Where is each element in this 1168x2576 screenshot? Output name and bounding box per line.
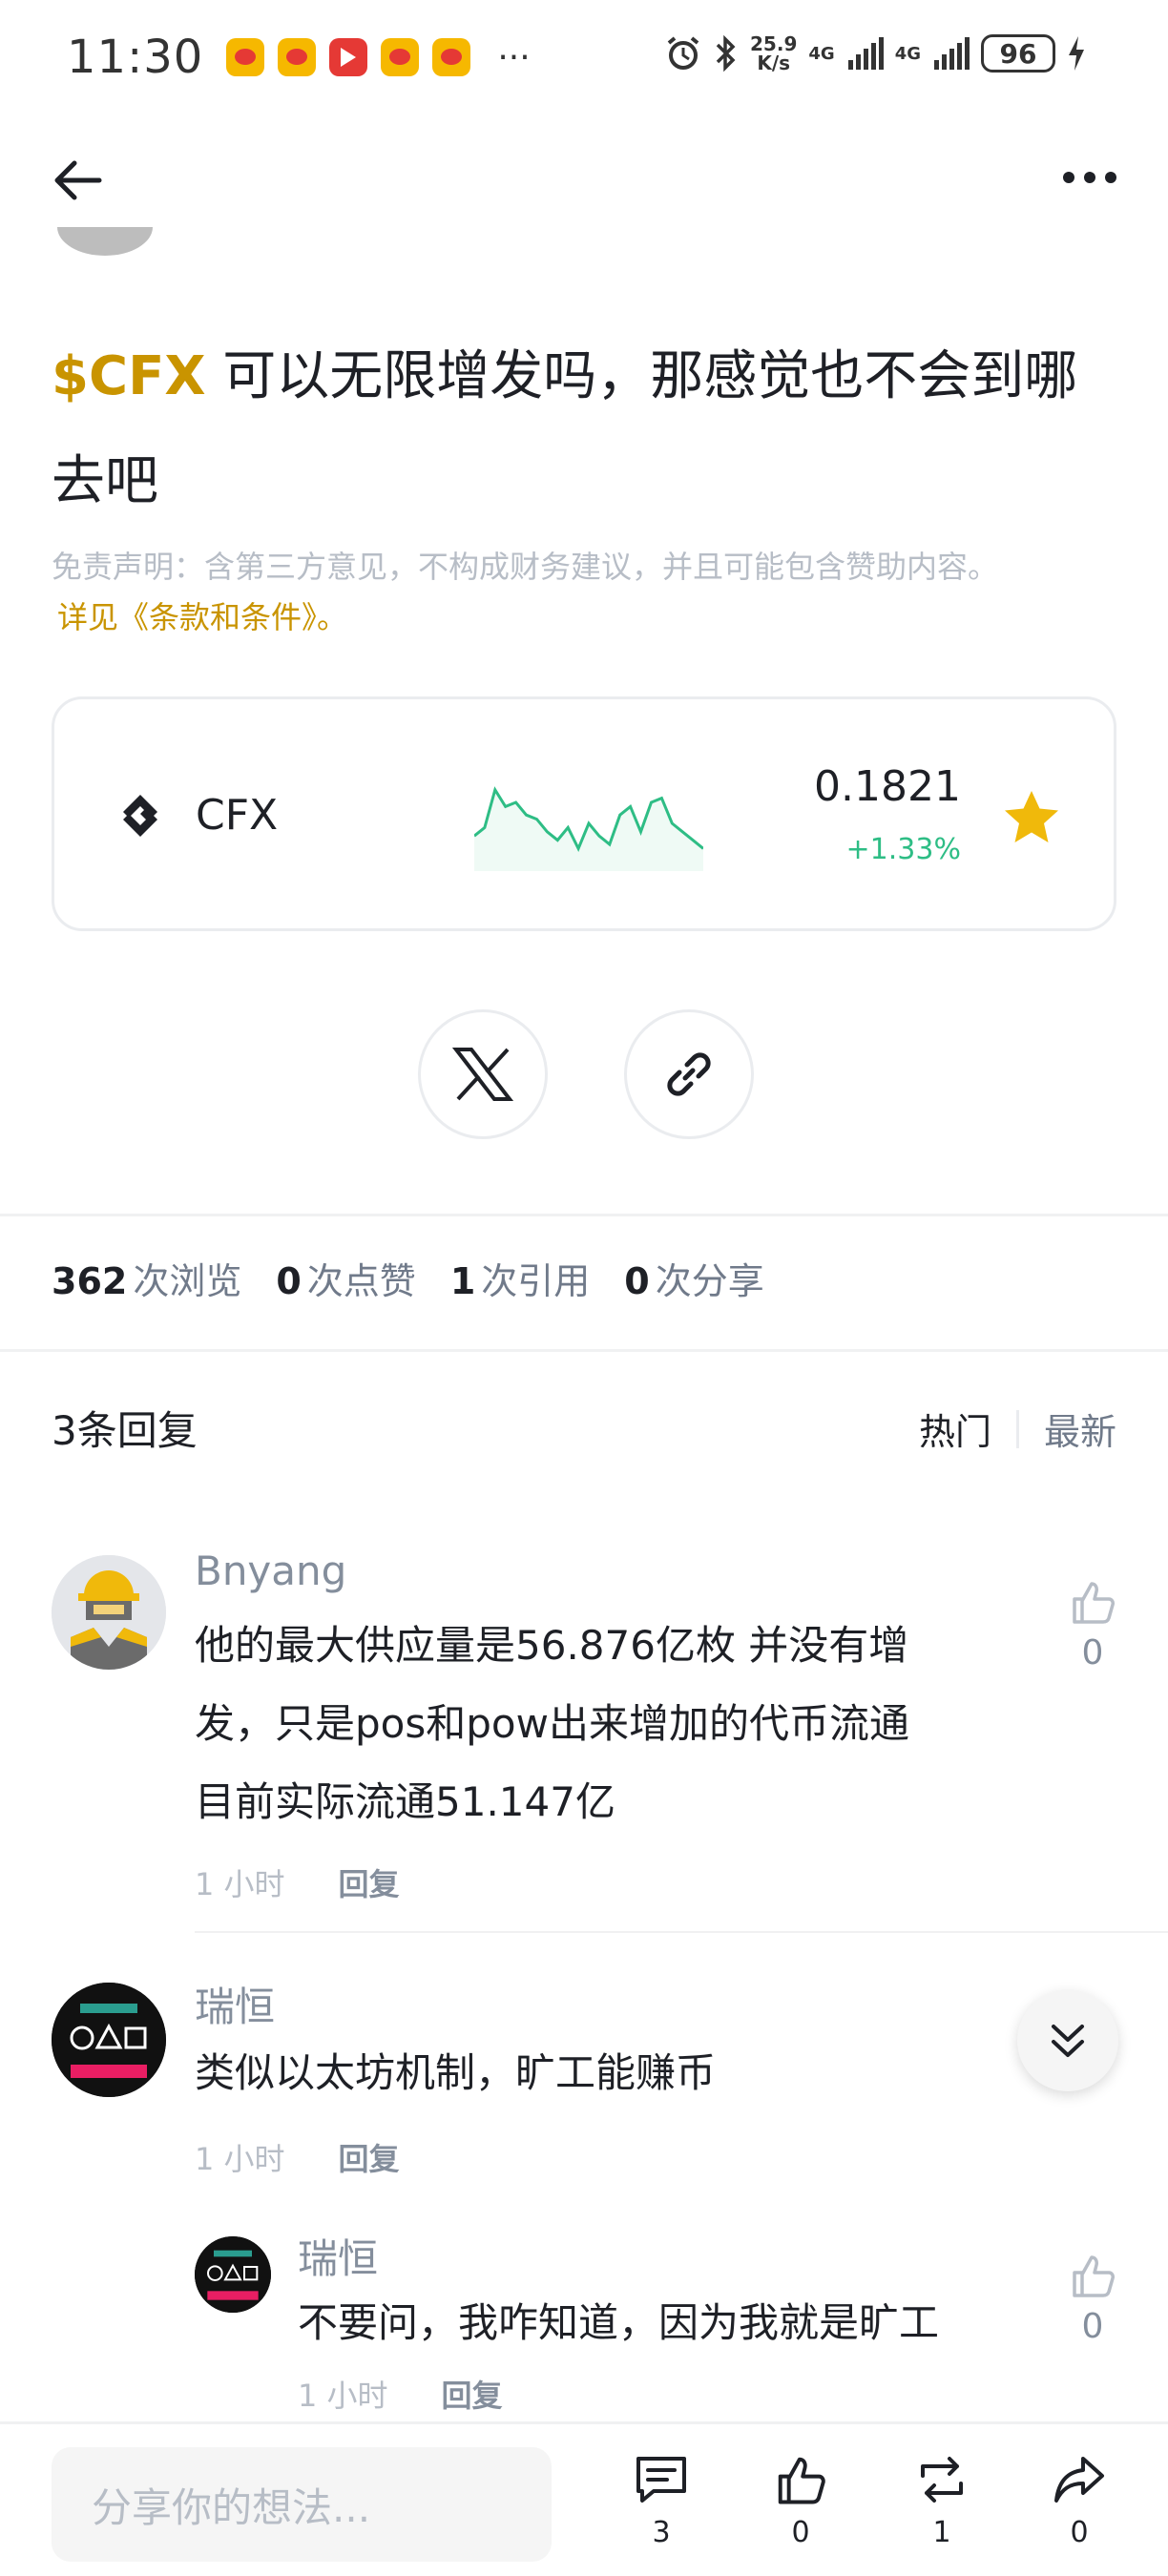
post-title-text: 可以无限增发吗，那感觉也不会到哪去吧 [52, 345, 1078, 512]
thumbs-up-icon [1073, 1582, 1115, 1624]
commenter-avatar[interactable] [52, 1983, 166, 2097]
sort-latest-tab[interactable]: 最新 [1044, 1402, 1116, 1455]
comment-like-button[interactable]: 0 [1069, 2252, 1116, 2346]
link-icon [667, 1052, 711, 1096]
commenter-avatar[interactable] [195, 2236, 271, 2313]
sort-hot-tab[interactable]: 热门 [919, 1402, 991, 1455]
coin-price: 0.1821 [814, 762, 961, 811]
thumbs-up-icon [778, 2457, 825, 2504]
signal-strength-icon [847, 37, 884, 70]
comment-meta: 1 小时 回复 [195, 2135, 400, 2179]
reply-button[interactable]: 回复 [339, 1860, 400, 1904]
bluetooth-icon [716, 34, 736, 73]
comment-like-button[interactable]: 0 [1069, 1578, 1116, 1672]
replies-count-title: 3条回复 [52, 1407, 198, 1454]
charging-icon [1069, 36, 1084, 71]
repost-icon [921, 2457, 963, 2503]
price-sparkline [474, 786, 703, 871]
coin-card[interactable]: CFX 0.1821 +1.33% [52, 696, 1116, 931]
comment-time: 1 小时 [298, 2378, 388, 2414]
stat-quotes: 1 次引用 [449, 1260, 591, 1302]
repost-action[interactable]: 1 [899, 2453, 985, 2549]
comment-meta: 1 小时 回复 [195, 1860, 400, 1904]
share-to-x-button[interactable] [418, 1009, 548, 1139]
commenter-avatar[interactable] [52, 1555, 166, 1670]
battery-indicator: 96 [981, 34, 1055, 73]
weibo-app-icon [381, 38, 420, 76]
comment-bubble-icon [636, 2457, 686, 2503]
double-chevron-down-icon [1052, 2025, 1084, 2057]
sparkline-area [474, 789, 703, 871]
comments-action[interactable]: 3 [618, 2453, 704, 2549]
thumbs-up-icon [1073, 2255, 1115, 2297]
reply-sort-tabs: 热门 最新 [919, 1402, 1116, 1455]
commenter-name[interactable]: 瑞恒 [298, 2227, 378, 2285]
divider [0, 1214, 1168, 1216]
comment-like-count: 0 [1081, 2307, 1104, 2346]
scroll-to-bottom-button[interactable] [1017, 1990, 1118, 2091]
commenter-name[interactable]: Bnyang [195, 1548, 346, 1594]
comment-input[interactable]: 分享你的想法... [52, 2447, 552, 2562]
comment-text: 不要问，我咋知道，因为我就是旷工 [298, 2299, 940, 2346]
post-title: $CFX 可以无限增发吗，那感觉也不会到哪去吧 [52, 324, 1120, 534]
worker-avatar-image [52, 1555, 166, 1670]
network-speed: 25.9 K/s [750, 32, 798, 74]
weibo-app-icon [432, 38, 471, 76]
sort-separator [1015, 1409, 1019, 1448]
coin-change: +1.33% [845, 833, 961, 866]
status-indicators: 25.9 K/s 4G 4G 96 [664, 34, 1086, 73]
reposts-count: 1 [932, 2516, 951, 2549]
reply-button[interactable]: 回复 [339, 2135, 400, 2179]
coin-symbol: CFX [196, 791, 279, 840]
comment-time: 1 小时 [195, 1866, 285, 1902]
signal-strength-icon [934, 37, 970, 70]
terms-link[interactable]: 详见《条款和条件》。 [57, 593, 347, 637]
like-action[interactable]: 0 [758, 2453, 844, 2549]
notification-icons: ··· [226, 37, 531, 77]
comment-text: 他的最大供应量是56.876亿枚 并没有增 发，只是pos和pow出来增加的代币… [195, 1622, 909, 1825]
bottom-action-bar: 分享你的想法... 3 0 1 0 [0, 2421, 1168, 2576]
squid-game-avatar-image [52, 1983, 166, 2097]
stat-shares: 0 次分享 [624, 1260, 764, 1302]
stat-views: 362 次浏览 [52, 1260, 242, 1302]
cashtag-link[interactable]: $CFX [52, 345, 206, 407]
author-row-partial [57, 227, 725, 265]
divider [195, 1931, 1168, 1933]
likes-count: 0 [791, 2516, 810, 2549]
divider [0, 1349, 1168, 1352]
share-arrow-icon [1054, 2457, 1104, 2503]
status-bar: 11:30 ··· 25.9 K/s 4G 4G 96 [0, 0, 1168, 114]
signal-type-label: 4G [894, 43, 921, 64]
shares-count: 0 [1070, 2516, 1089, 2549]
commenter-name[interactable]: 瑞恒 [195, 1975, 275, 2033]
signal-type-label: 4G [808, 43, 835, 64]
comment-like-count: 0 [1081, 1633, 1104, 1672]
cfx-logo-icon [123, 795, 157, 837]
favorite-star-icon[interactable] [1001, 787, 1062, 848]
top-nav [0, 143, 1168, 219]
squid-game-avatar-image [195, 2236, 271, 2313]
author-avatar [57, 227, 153, 256]
comment-text: 类似以太坊机制，旷工能赚币 [195, 2049, 717, 2096]
stat-likes: 0 次点赞 [276, 1260, 416, 1302]
comments-count: 3 [652, 2516, 671, 2549]
comment-meta: 1 小时 回复 [298, 2372, 503, 2416]
reply-button[interactable]: 回复 [442, 2372, 503, 2416]
comment-time: 1 小时 [195, 2141, 285, 2177]
copy-link-button[interactable] [624, 1009, 754, 1139]
post-stats: 362 次浏览 0 次点赞 1 次引用 0 次分享 [52, 1252, 764, 1304]
more-options-icon[interactable] [1063, 172, 1116, 183]
back-arrow-icon[interactable] [52, 158, 103, 202]
x-logo-icon [452, 1048, 513, 1101]
alarm-icon [667, 36, 699, 70]
status-time: 11:30 [67, 31, 204, 84]
video-app-icon [329, 38, 368, 76]
disclaimer-text: 免责声明：含第三方意见，不构成财务建议，并且可能包含赞助内容。 [52, 549, 999, 585]
more-notifications-icon: ··· [497, 37, 531, 77]
weibo-app-icon [278, 38, 317, 76]
share-action[interactable]: 0 [1036, 2453, 1122, 2549]
weibo-app-icon [226, 38, 265, 76]
